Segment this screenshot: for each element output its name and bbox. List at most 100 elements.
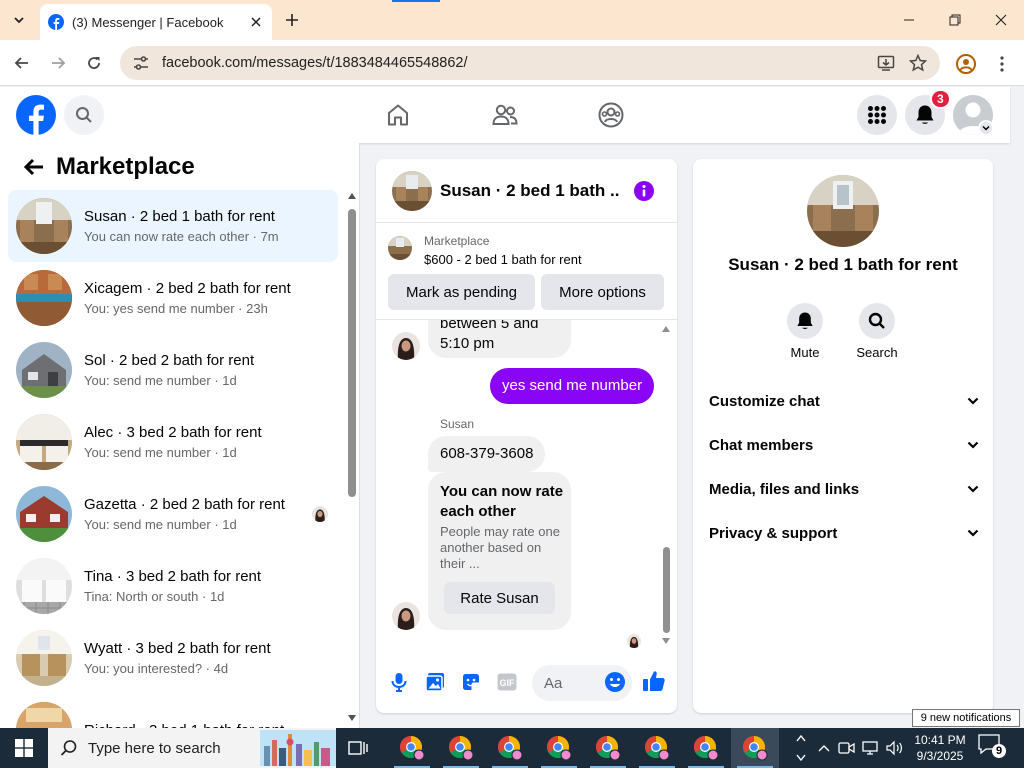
tray-overflow-chevron-icon[interactable] [814,738,834,758]
mute-label: Mute [790,345,820,360]
microphone-icon[interactable] [388,671,410,693]
contact-avatar[interactable] [392,332,420,360]
chevron-down-icon [14,17,24,24]
conversation-preview: You: send me number · 1d [84,373,237,388]
nav-groups-button[interactable] [595,99,627,131]
chat-members-section[interactable]: Chat members [709,429,979,461]
info-icon[interactable] [634,181,654,201]
browser-profile-icon[interactable] [955,53,977,75]
tab-search-button[interactable] [6,8,32,32]
mark-as-pending-button[interactable]: Mark as pending [388,274,535,310]
network-icon[interactable] [861,738,881,758]
grid-menu-icon [868,106,886,124]
message-thread-scrollbar[interactable] [661,323,673,649]
taskbar-chrome-window[interactable] [437,728,485,768]
mute-button[interactable] [787,303,823,339]
chat-title[interactable]: Susan · 2 bed 1 bath ... [440,181,620,201]
scroll-up-arrow-icon[interactable] [661,325,671,333]
privacy-support-section[interactable]: Privacy & support [709,517,979,549]
taskbar-chrome-window[interactable] [388,728,436,768]
section-label: Customize chat [709,392,820,410]
window-restore-button[interactable] [932,0,978,40]
nav-friends-button[interactable] [489,99,521,131]
facebook-menu-button[interactable] [857,95,897,135]
home-icon [388,104,408,126]
conversation-thumbnail [16,486,72,542]
action-center-count: 9 [992,744,1006,758]
conversation-item[interactable]: Wyatt · 3 bed 2 bath for rent You: you in… [8,622,338,694]
facebook-search-button[interactable] [64,95,104,135]
conversation-item[interactable]: Alec · 3 bed 2 bath for rent You: send me… [8,406,338,478]
action-center-button[interactable]: 9 [978,734,1008,762]
friends-icon [492,104,518,125]
taskbar-search-box[interactable]: Type here to search [48,728,336,768]
more-options-button[interactable]: More options [541,274,664,310]
meet-now-icon[interactable] [837,738,857,758]
conversation-name: Xicagem · 2 bed 2 bath for rent [84,280,291,297]
gif-icon[interactable]: GIF [496,671,518,693]
incoming-message: between 5 and 5:10 pm [428,320,571,358]
taskbar-chrome-window[interactable] [731,728,779,768]
scroll-up-arrow-icon[interactable] [346,193,358,203]
chat-listing-thumbnail[interactable] [392,170,432,211]
taskbar-chrome-window[interactable] [486,728,534,768]
conversation-item[interactable]: Richard · 3 bed 1 bath for rent [8,694,338,728]
rate-susan-button[interactable]: Rate Susan [444,582,555,614]
conversation-item[interactable]: Sol · 2 bed 2 bath for rent You: send me … [8,334,338,406]
address-bar[interactable]: facebook.com/messages/t/1883484465548862… [120,46,940,80]
facebook-logo-icon[interactable] [16,95,56,135]
scroll-down-arrow-icon[interactable] [346,715,358,725]
scroll-down-arrow-icon[interactable] [661,637,671,645]
back-button[interactable] [18,151,50,183]
thumbs-up-icon[interactable] [642,669,666,693]
address-url[interactable]: facebook.com/messages/t/1883484465548862… [162,55,864,71]
customize-chat-section[interactable]: Customize chat [709,385,979,417]
browser-reload-button[interactable] [82,51,106,75]
browser-tab-messenger[interactable]: (3) Messenger | Facebook [40,4,272,40]
conversation-item[interactable]: Tina · 3 bed 2 bath for rent Tina: North … [8,550,338,622]
scrollbar-thumb[interactable] [663,547,670,633]
sticker-icon[interactable] [460,671,482,693]
emoji-icon[interactable] [604,671,626,693]
browser-back-button[interactable] [10,51,34,75]
search-in-chat-button[interactable] [859,303,895,339]
contact-avatar[interactable] [392,602,420,630]
scrollbar-thumb[interactable] [348,209,356,497]
mute-action[interactable]: Mute [775,303,835,360]
conversation-item[interactable]: Susan · 2 bed 1 bath for rent You can now… [8,190,338,262]
window-close-button[interactable] [978,0,1024,40]
account-caret-icon[interactable] [978,120,994,136]
new-tab-button[interactable] [282,10,302,30]
tab-close-icon[interactable] [248,14,264,30]
install-app-icon[interactable] [876,53,896,73]
conversation-item[interactable]: Xicagem · 2 bed 2 bath for rent You: yes … [8,262,338,334]
conversation-preview: Tina: North or south · 1d [84,589,225,604]
search-action[interactable]: Search [847,303,907,360]
listing-thumbnail[interactable] [388,236,412,260]
taskbar-chrome-window[interactable] [682,728,730,768]
photo-attach-icon[interactable] [424,671,446,693]
listing-summary: Marketplace $600 - 2 bed 1 bath for rent… [376,224,677,320]
nav-home-button[interactable] [382,99,414,131]
start-button[interactable] [0,728,48,768]
conversation-name: Gazetta · 2 bed 2 bath for rent [84,496,285,513]
taskbar-chrome-window[interactable] [535,728,583,768]
browser-forward-button[interactable] [46,51,70,75]
listing-price[interactable]: $600 - 2 bed 1 bath for rent [424,252,582,267]
volume-icon[interactable] [885,738,905,758]
conversation-thumbnail [16,342,72,398]
arrow-left-icon [24,158,43,176]
conversation-list-scrollbar[interactable] [344,193,358,725]
system-clock[interactable]: 10:41 PM 9/3/2025 [912,732,968,764]
bookmark-star-icon[interactable] [908,53,928,73]
window-minimize-button[interactable] [886,0,932,40]
conversation-item[interactable]: Gazetta · 2 bed 2 bath for rent You: send… [8,478,338,550]
taskbar-chrome-window[interactable] [633,728,681,768]
browser-menu-button[interactable] [992,53,1012,75]
taskbar-chrome-window[interactable] [584,728,632,768]
taskbar-scroll-buttons[interactable] [792,728,810,768]
media-files-links-section[interactable]: Media, files and links [709,473,979,505]
conversation-thumbnail [16,414,72,470]
details-listing-photo[interactable] [807,175,879,247]
task-view-button[interactable] [346,736,370,760]
